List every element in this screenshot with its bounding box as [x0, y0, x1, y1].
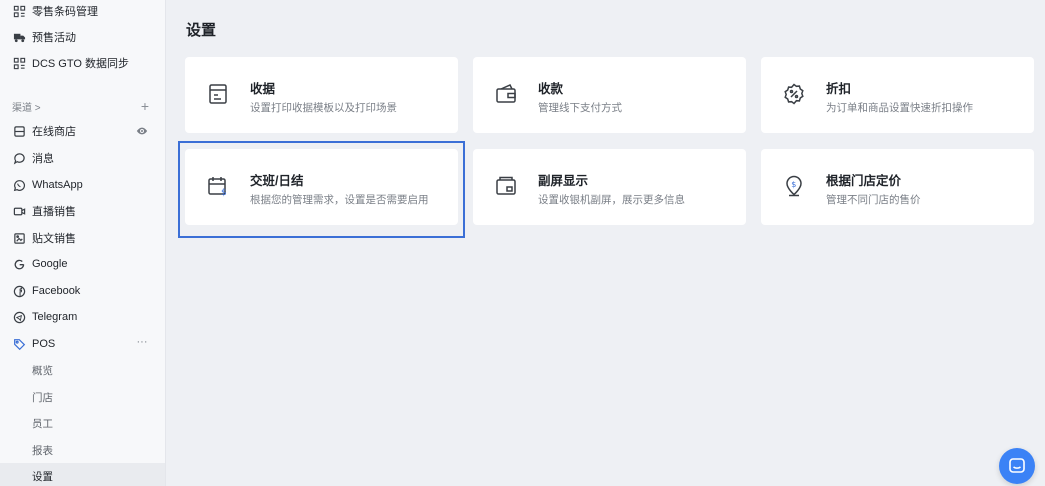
add-channel-button[interactable]: +: [141, 99, 149, 113]
sidebar-subitem-stores[interactable]: 门店: [0, 384, 165, 410]
sidebar-item-post-sales[interactable]: 贴文销售: [12, 227, 153, 249]
post-icon: [12, 231, 26, 245]
sidebar-item-label: 预售活动: [32, 32, 76, 44]
truck-icon: [12, 30, 26, 44]
sidebar-item-label: Facebook: [32, 285, 81, 297]
sidebar-item-label: DCS GTO 数据同步: [32, 58, 129, 70]
sidebar-item-online-store[interactable]: 在线商店: [12, 120, 153, 142]
sidebar-item-dcs-sync[interactable]: DCS GTO 数据同步: [12, 52, 153, 74]
card-title: 收据: [250, 82, 276, 96]
barcode-grid-icon: [12, 4, 26, 18]
sidebar-item-presale[interactable]: 预售活动: [12, 26, 153, 48]
sidebar-item-facebook[interactable]: Facebook: [12, 280, 153, 302]
card-title: 收款: [538, 82, 564, 96]
channels-label: 渠道 >: [12, 102, 41, 114]
card-description: 设置收银机副屏，展示更多信息: [538, 194, 685, 206]
settings-card-second-screen[interactable]: 副屏显示 设置收银机副屏，展示更多信息: [473, 149, 746, 225]
message-icon: [12, 151, 26, 165]
more-options-button[interactable]: ···: [135, 335, 149, 349]
svg-text:$: $: [791, 180, 796, 189]
sidebar-item-label: Google: [32, 258, 68, 270]
settings-card-receipt[interactable]: 收据 设置打印收据模板以及打印场景: [185, 57, 458, 133]
card-description: 管理线下支付方式: [538, 102, 622, 114]
eye-icon[interactable]: [135, 124, 149, 138]
google-icon: [12, 257, 26, 271]
card-description: 为订单和商品设置快速折扣操作: [826, 102, 973, 114]
sidebar-item-google[interactable]: Google: [12, 253, 153, 275]
whatsapp-icon: [12, 178, 26, 192]
sidebar-item-label: Telegram: [32, 311, 78, 323]
sidebar-item-messages[interactable]: 消息: [12, 147, 153, 169]
settings-card-discount[interactable]: 折扣 为订单和商品设置快速折扣操作: [761, 57, 1034, 133]
sidebar: 零售条码管理 预售活动 DCS GTO 数据同步 渠道 > + 在线商店 消息 …: [0, 0, 166, 486]
sidebar-item-telegram[interactable]: Telegram: [12, 306, 153, 328]
sidebar-item-label: 零售条码管理: [32, 6, 98, 18]
card-description: 设置打印收据模板以及打印场景: [250, 102, 397, 114]
sidebar-item-label: POS: [32, 338, 56, 350]
card-title: 根据门店定价: [826, 174, 902, 188]
settings-card-store-pricing[interactable]: $ 根据门店定价 管理不同门店的售价: [761, 149, 1034, 225]
location-price-icon: $: [779, 171, 809, 201]
selection-highlight: [178, 141, 465, 238]
discount-badge-icon: [779, 79, 809, 109]
facebook-icon: [12, 284, 26, 298]
page-title: 设置: [186, 22, 217, 39]
sidebar-item-whatsapp[interactable]: WhatsApp: [12, 174, 153, 196]
store-icon: [12, 124, 26, 138]
channels-section-header[interactable]: 渠道 > +: [12, 96, 153, 116]
sidebar-subitem-settings[interactable]: 设置: [0, 463, 165, 486]
card-description: 管理不同门店的售价: [826, 194, 921, 206]
live-video-icon: [12, 204, 26, 218]
sidebar-item-label: 直播销售: [32, 206, 76, 218]
sidebar-item-pos[interactable]: POS ···: [12, 333, 153, 355]
card-title: 折扣: [826, 82, 852, 96]
wallet-icon: [491, 79, 521, 109]
card-title: 副屏显示: [538, 174, 589, 188]
sidebar-item-label: 消息: [32, 153, 54, 165]
sidebar-item-live-sales[interactable]: 直播销售: [12, 200, 153, 222]
sync-grid-icon: [12, 56, 26, 70]
sidebar-item-label: 贴文销售: [32, 233, 76, 245]
receipt-icon: [203, 79, 233, 109]
pos-tag-icon: [12, 337, 26, 351]
telegram-icon: [12, 310, 26, 324]
sidebar-item-label: WhatsApp: [32, 179, 83, 191]
sidebar-subitem-reports[interactable]: 报表: [0, 437, 165, 463]
sidebar-subitem-overview[interactable]: 概览: [0, 357, 165, 383]
chat-bubble-icon[interactable]: [999, 448, 1035, 484]
sidebar-item-barcode[interactable]: 零售条码管理: [12, 0, 153, 22]
sidebar-subitem-staff[interactable]: 员工: [0, 410, 165, 436]
second-screen-icon: [491, 171, 521, 201]
sidebar-item-label: 在线商店: [32, 126, 76, 138]
settings-card-payment[interactable]: 收款 管理线下支付方式: [473, 57, 746, 133]
